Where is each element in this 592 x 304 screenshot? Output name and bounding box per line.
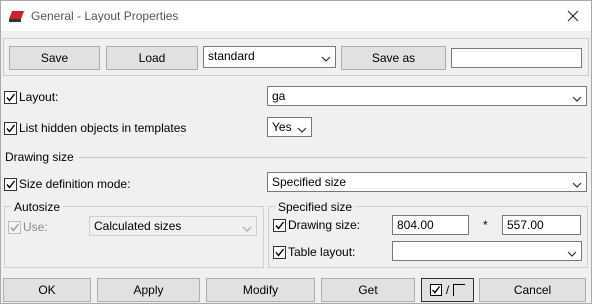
cancel-button[interactable]: Cancel: [479, 278, 586, 302]
preset-select[interactable]: standard: [203, 46, 336, 68]
ok-button[interactable]: OK: [3, 278, 91, 302]
modify-button[interactable]: Modify: [206, 278, 315, 302]
autosize-use-checkbox[interactable]: [8, 221, 21, 234]
chevron-down-icon: [297, 123, 307, 133]
toggle-separator: /: [445, 283, 450, 297]
window-title: General - Layout Properties: [31, 9, 179, 23]
save-button[interactable]: Save: [9, 46, 100, 70]
chevron-down-icon: [567, 247, 577, 257]
save-as-name-input[interactable]: [451, 48, 582, 68]
apply-button[interactable]: Apply: [97, 278, 200, 302]
drawing-height-input[interactable]: 557.00: [502, 215, 581, 235]
chevron-down-icon: [242, 222, 252, 232]
autosize-use-label: Use:: [23, 220, 48, 234]
close-icon[interactable]: [561, 5, 585, 27]
size-mode-label: Size definition mode:: [19, 177, 131, 191]
drawing-size-section-label: Drawing size: [5, 150, 74, 164]
layout-select[interactable]: ga: [267, 86, 587, 106]
size-mode-checkbox[interactable]: [4, 178, 17, 191]
autosize-use-select-value: Calculated sizes: [94, 219, 182, 233]
load-button[interactable]: Load: [106, 46, 198, 70]
drawing-size-label: Drawing size:: [288, 218, 361, 232]
list-hidden-select[interactable]: Yes: [267, 117, 312, 137]
layout-select-value: ga: [272, 89, 286, 103]
layout-label: Layout:: [19, 90, 59, 104]
autosize-group-label: Autosize: [11, 200, 64, 214]
autosize-use-select[interactable]: Calculated sizes: [89, 216, 257, 236]
chevron-down-icon: [321, 52, 331, 62]
size-mode-select[interactable]: Specified size: [267, 172, 587, 192]
size-mode-select-value: Specified size: [272, 175, 347, 189]
size-separator: *: [483, 218, 488, 232]
section-divider: [79, 157, 587, 158]
chevron-down-icon: [572, 178, 582, 188]
list-hidden-label: List hidden objects in templates: [19, 121, 187, 135]
chevron-down-icon: [572, 92, 582, 102]
get-button[interactable]: Get: [321, 278, 415, 302]
table-layout-label: Table layout:: [288, 245, 356, 259]
toggle-all-button[interactable]: /: [421, 278, 474, 302]
list-hidden-select-value: Yes: [272, 120, 292, 134]
layout-checkbox[interactable]: [4, 91, 17, 104]
drawing-width-input[interactable]: 804.00: [392, 215, 469, 235]
unchecked-box-icon: [453, 284, 466, 296]
checked-box-icon: [429, 284, 442, 296]
preset-select-value: standard: [208, 49, 255, 63]
title-bar: General - Layout Properties: [1, 1, 591, 31]
table-layout-select[interactable]: [392, 241, 582, 261]
specified-size-group-label: Specified size: [275, 200, 356, 214]
app-icon: [9, 9, 25, 23]
layout-properties-dialog: General - Layout Properties Save Load st…: [0, 0, 592, 304]
list-hidden-checkbox[interactable]: [4, 122, 17, 135]
save-as-button[interactable]: Save as: [341, 46, 446, 70]
drawing-size-checkbox[interactable]: [273, 219, 286, 232]
table-layout-checkbox[interactable]: [273, 246, 286, 259]
